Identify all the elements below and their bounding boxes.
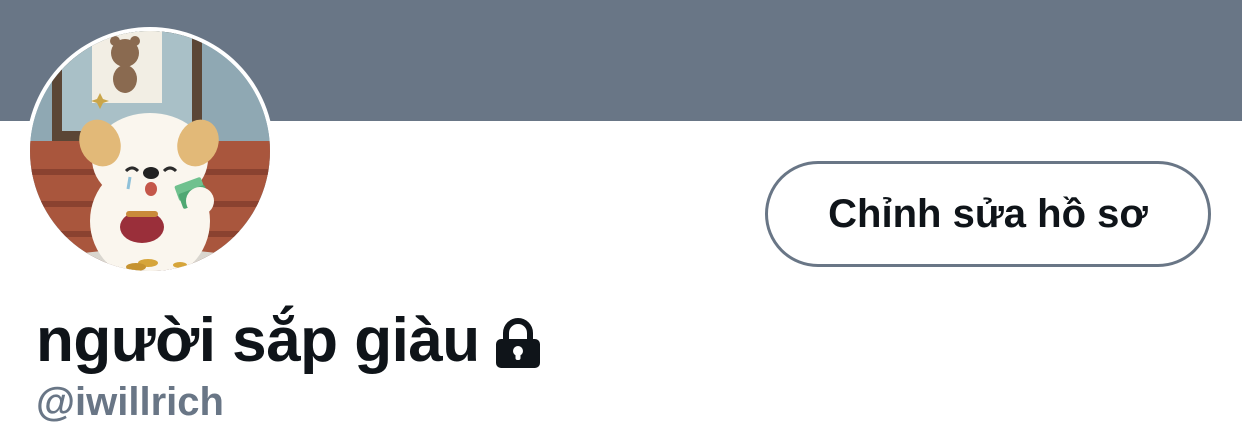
profile-name-row: người sắp giàu xyxy=(36,304,542,376)
lock-icon xyxy=(494,318,542,368)
edit-profile-button[interactable]: Chỉnh sửa hồ sơ xyxy=(765,161,1211,267)
profile-handle: @iwillrich xyxy=(36,380,224,424)
cartoon-puppy-avatar-icon xyxy=(30,31,270,271)
profile-avatar[interactable] xyxy=(30,31,270,271)
display-name: người sắp giàu xyxy=(36,305,480,375)
